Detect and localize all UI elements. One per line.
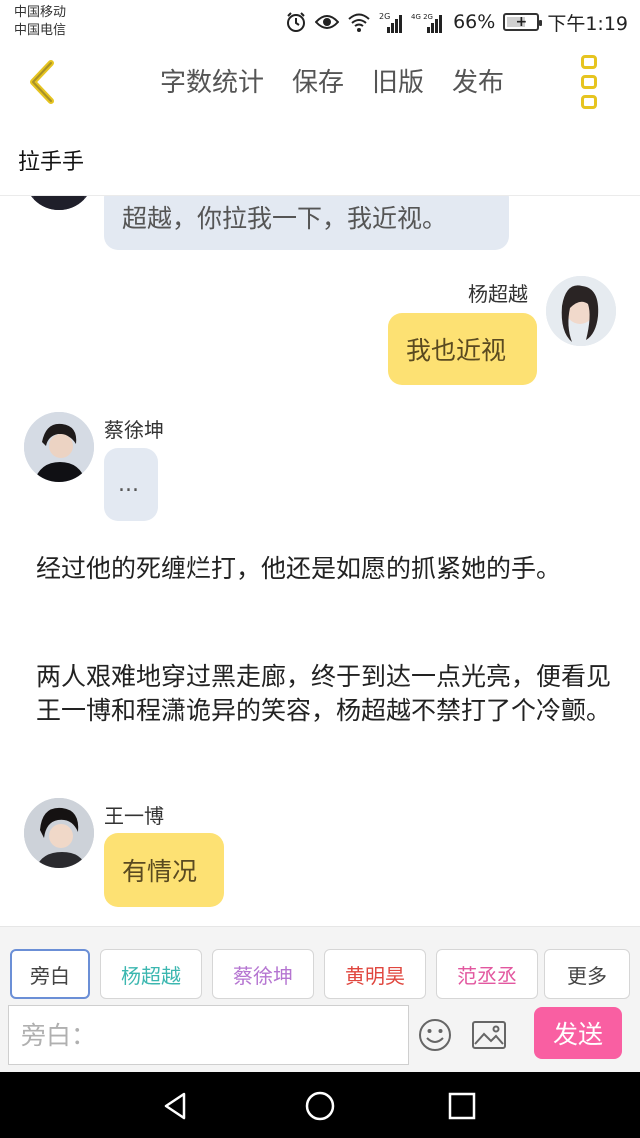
role-chip-cai-xukun[interactable]: 蔡徐坤 — [212, 949, 314, 999]
chevron-left-icon — [30, 60, 54, 104]
signal-icon-2: 4G 2G — [411, 13, 443, 33]
role-chip-label: 旁白 — [30, 963, 70, 988]
role-chip-more[interactable]: 更多 — [544, 949, 630, 999]
clock: 下午1:19 — [547, 12, 628, 35]
more-menu-button[interactable] — [574, 54, 604, 110]
avatar — [546, 276, 616, 346]
status-icons: 2G 4G 2G 66% + 下午1:19 — [285, 8, 628, 36]
battery-percent: 66% — [453, 11, 496, 33]
role-chip-yang-chaoyue[interactable]: 杨超越 — [100, 949, 202, 999]
editor-toolbar: 字数统计 保存 旧版 发布 — [0, 44, 640, 120]
network-label-1: 2G — [379, 12, 390, 21]
old-version-button[interactable]: 旧版 — [372, 62, 424, 99]
message-bubble[interactable]: 我也近视 — [388, 313, 537, 385]
recents-nav-icon[interactable] — [446, 1090, 478, 1122]
message-bubble[interactable]: ... — [104, 448, 158, 521]
publish-button[interactable]: 发布 — [452, 62, 504, 99]
eye-icon — [315, 15, 340, 29]
story-title-bar: 拉手手 — [0, 120, 640, 196]
compose-panel: 旁白 杨超越 蔡徐坤 黄明昊 范丞丞 更多 发送 — [0, 926, 640, 1072]
more-dot-icon — [581, 75, 597, 89]
narration-text[interactable]: 两人艰难地穿过黑走廊，终于到达一点光亮，便看见王一博和程潇诡异的笑容，杨超越不禁… — [36, 660, 616, 728]
carrier-2: 中国电信 — [14, 23, 67, 38]
narration-text[interactable]: 经过他的死缠烂打，他还是如愿的抓紧她的手。 — [36, 552, 616, 586]
signal-icon-1: 2G — [379, 12, 403, 33]
speaker-name: 杨超越 — [468, 282, 528, 306]
role-chip-label: 范丞丞 — [457, 963, 517, 988]
chat-area[interactable]: 超越，你拉我一下，我近视。 杨超越 我也近视 蔡徐坤 ... 经过他的死缠烂打，… — [0, 196, 640, 926]
back-nav-icon[interactable] — [160, 1090, 192, 1122]
speaker-name: 王一博 — [104, 804, 164, 828]
avatar — [24, 798, 94, 868]
emoji-icon[interactable] — [417, 1017, 453, 1053]
role-chip-fan-chengcheng[interactable]: 范丞丞 — [436, 949, 538, 999]
more-dot-icon — [581, 55, 597, 69]
save-button[interactable]: 保存 — [292, 62, 344, 99]
word-count-button[interactable]: 字数统计 — [160, 62, 264, 99]
network-label-2: 4G 2G — [411, 13, 433, 21]
message-bubble[interactable]: 有情况 — [104, 833, 224, 907]
alarm-icon — [287, 12, 306, 32]
carrier-info: 中国移动 中国电信 — [14, 4, 66, 40]
image-icon[interactable] — [471, 1019, 507, 1051]
status-bar: 中国移动 中国电信 2G 4G 2G 66% + 下午1:19 — [0, 0, 640, 44]
story-title[interactable]: 拉手手 — [18, 144, 84, 176]
carrier-1: 中国移动 — [14, 5, 67, 20]
more-dot-icon — [581, 95, 597, 109]
avatar — [24, 196, 94, 210]
role-chip-narration[interactable]: 旁白 — [10, 949, 90, 999]
role-chip-label: 黄明昊 — [345, 963, 405, 988]
speaker-name: 蔡徐坤 — [104, 418, 164, 442]
story-editor-screen: 中国移动 中国电信 2G 4G 2G 66% + 下午1:19 字数统计 保存 … — [0, 0, 640, 1138]
message-input[interactable] — [8, 1005, 409, 1065]
send-button[interactable]: 发送 — [534, 1007, 622, 1059]
system-nav-bar — [0, 1072, 640, 1138]
home-nav-icon[interactable] — [304, 1090, 336, 1122]
back-button[interactable] — [20, 54, 64, 110]
role-chip-label: 更多 — [567, 963, 607, 988]
avatar — [24, 412, 94, 482]
role-chip-huang-minghao[interactable]: 黄明昊 — [324, 949, 426, 999]
message-bubble[interactable]: 超越，你拉我一下，我近视。 — [104, 196, 509, 250]
toolbar-actions: 字数统计 保存 旧版 发布 — [160, 62, 504, 99]
wifi-icon — [348, 13, 370, 32]
role-chip-label: 杨超越 — [121, 963, 181, 988]
battery-icon: + — [503, 13, 543, 31]
charging-icon: + — [515, 14, 528, 30]
role-chip-label: 蔡徐坤 — [233, 963, 293, 988]
